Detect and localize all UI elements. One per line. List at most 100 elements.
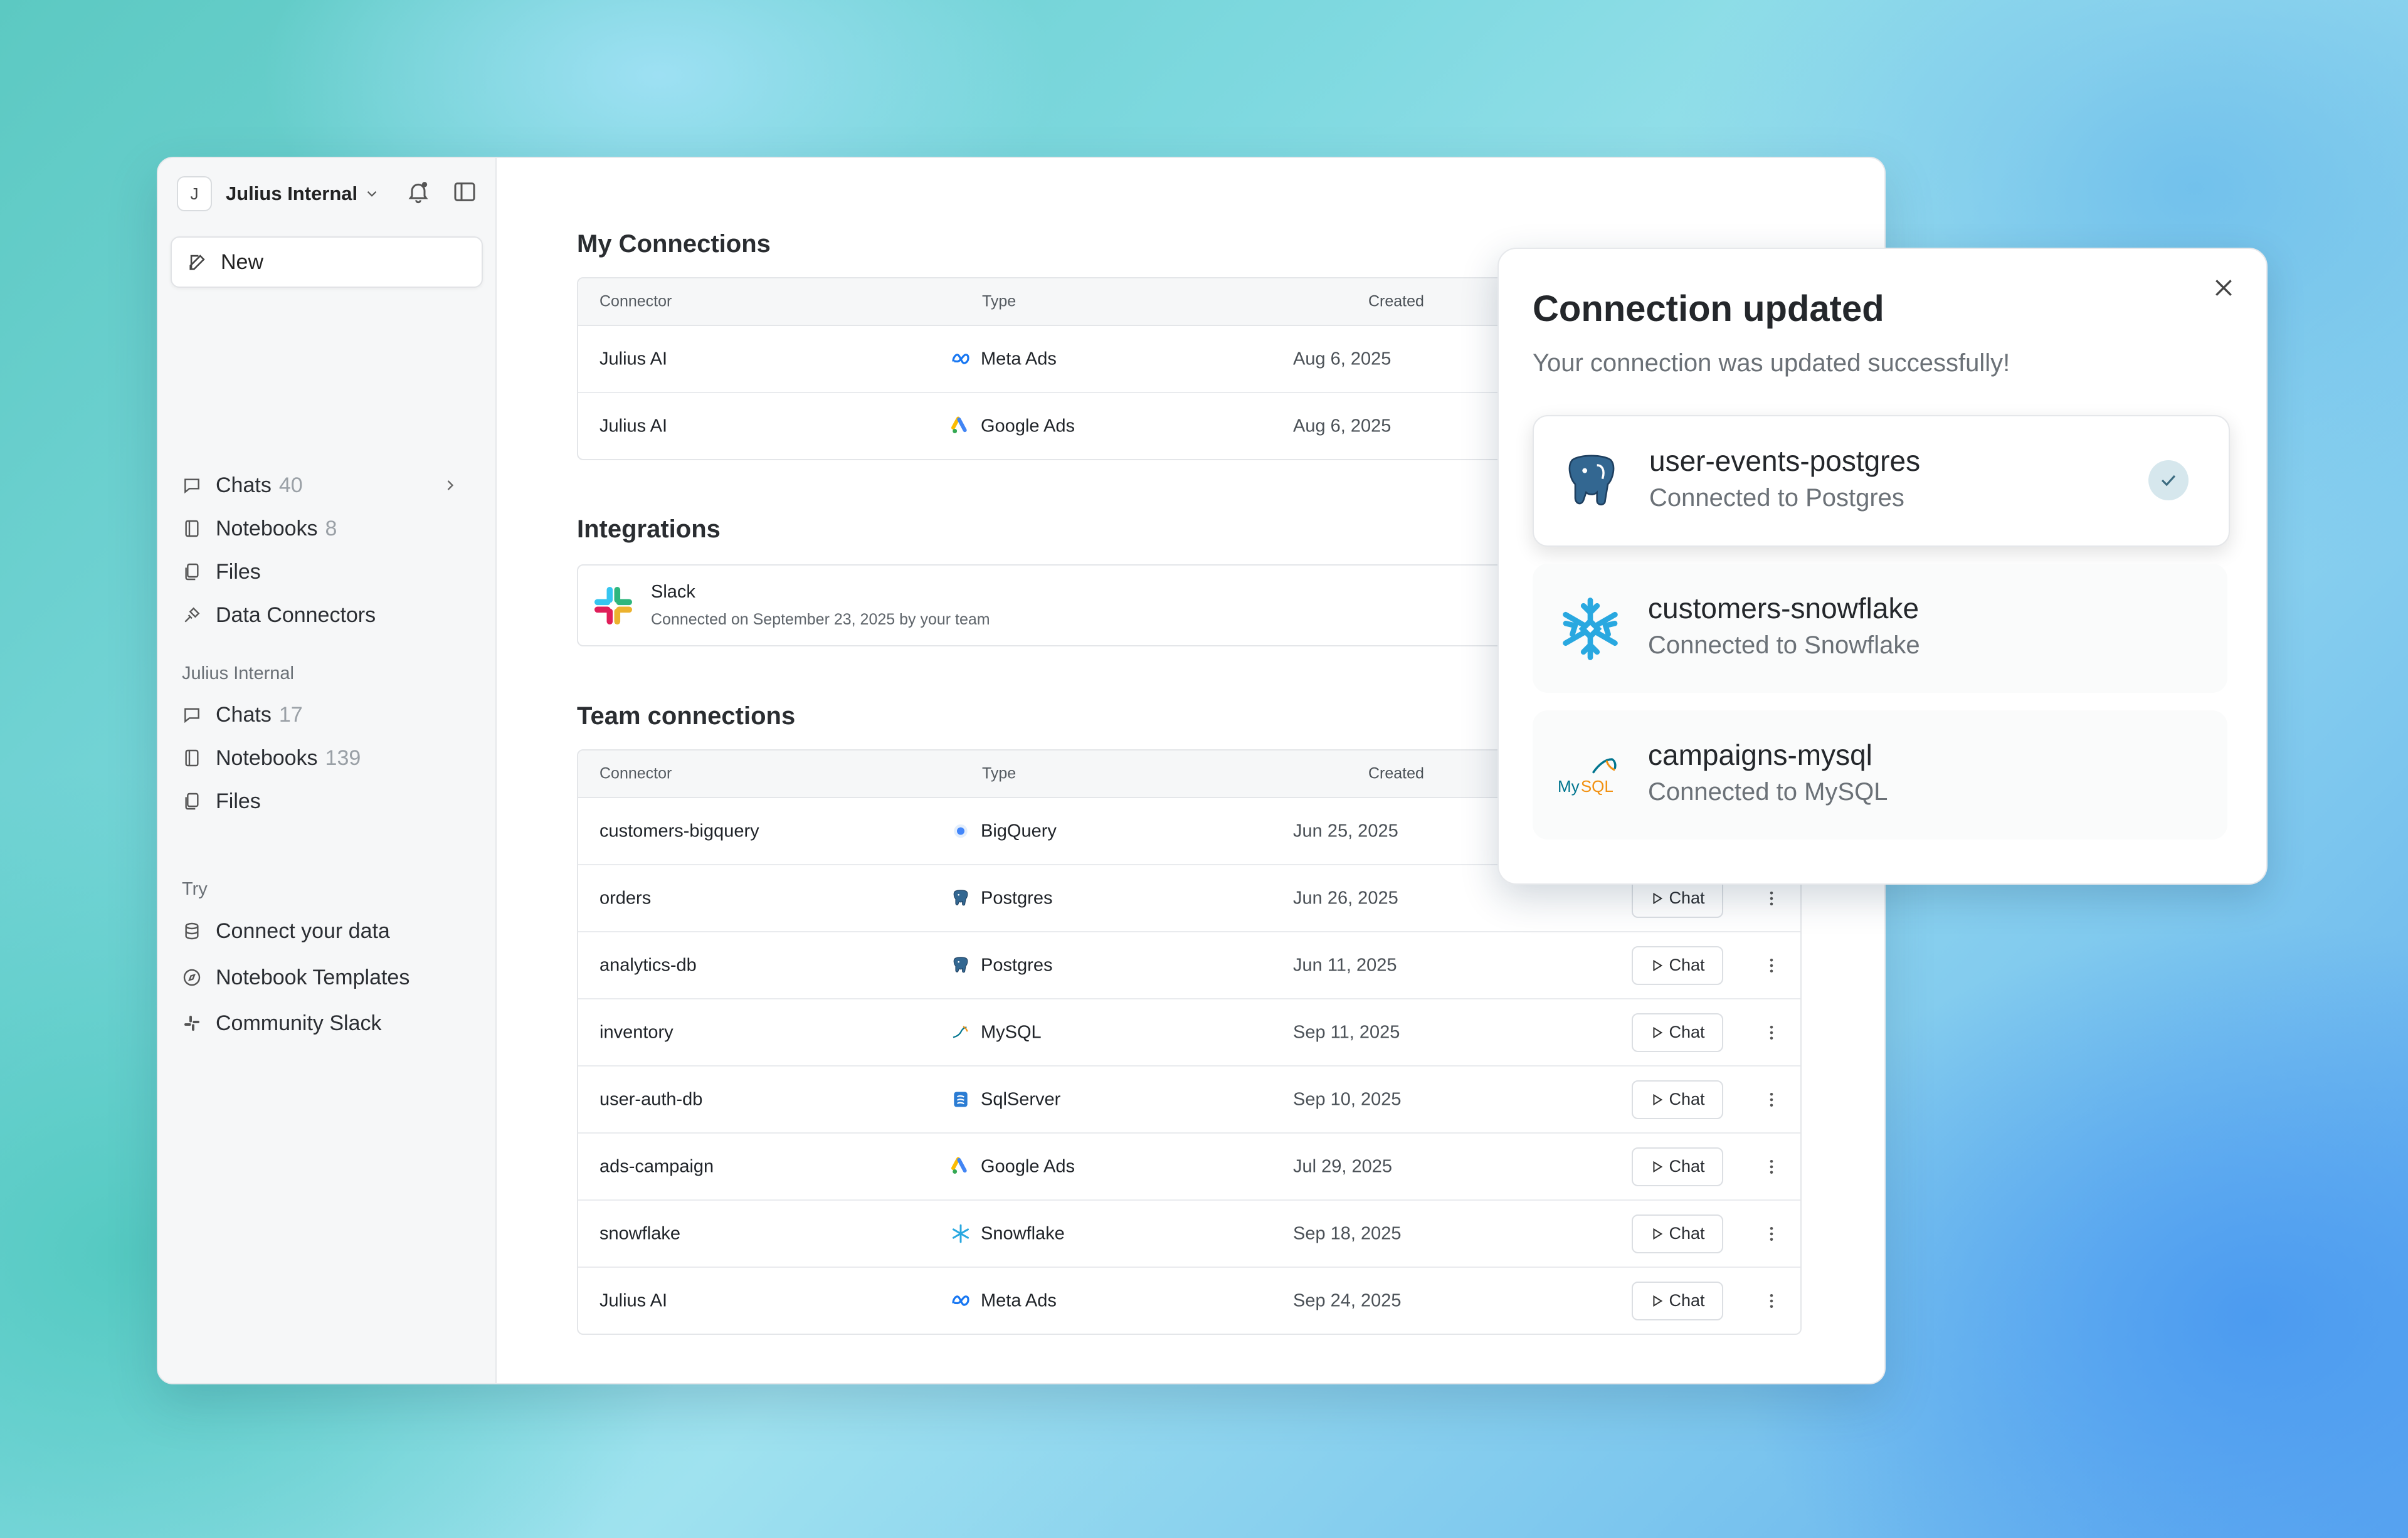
close-icon[interactable] — [2211, 275, 2236, 300]
table-row[interactable]: snowflake Snowflake Sep 18, 2025 Chat — [578, 1201, 1800, 1268]
chat-button-label: Chat — [1669, 1023, 1705, 1041]
connection-detail: Connected to MySQL — [1648, 778, 1888, 806]
connection-card-mysql[interactable]: My SQL campaigns-mysql Connected to MySQ… — [1533, 710, 2227, 840]
bigquery-icon — [954, 824, 968, 838]
dialog-subtitle: Your connection was updated successfully… — [1533, 349, 2010, 377]
meta-icon — [952, 354, 969, 364]
chat-button-label: Chat — [1669, 1157, 1705, 1176]
connector-created: Aug 6, 2025 — [1293, 349, 1391, 369]
play-icon — [1653, 1228, 1663, 1240]
connector-type: Meta Ads — [951, 1290, 1057, 1311]
play-icon — [1653, 959, 1663, 971]
more-options-icon[interactable] — [1762, 1225, 1781, 1243]
sidebar: J Julius Internal New Chats 40 Notebooks… — [158, 158, 497, 1383]
sqlserver-icon — [954, 1092, 968, 1107]
connector-created: Jun 25, 2025 — [1293, 821, 1398, 841]
google-ads-icon — [951, 416, 967, 433]
chat-button[interactable]: Chat — [1632, 945, 1723, 985]
chat-button[interactable]: Chat — [1632, 1147, 1723, 1186]
connector-type-label: Google Ads — [981, 1156, 1075, 1176]
connector-name: Julius AI — [599, 1290, 667, 1310]
new-button[interactable]: New — [171, 236, 483, 288]
connector-type-label: MySQL — [981, 1022, 1042, 1042]
chevron-right-icon[interactable] — [441, 477, 459, 494]
sidebar-item-team-notebooks[interactable]: Notebooks 139 — [182, 740, 470, 776]
sidebar-item-data-connectors[interactable]: Data Connectors — [182, 598, 470, 633]
connection-name: user-events-postgres — [1649, 445, 1921, 477]
bell-icon[interactable] — [406, 179, 431, 204]
table-row[interactable]: inventory MySQL Sep 11, 2025 Chat — [578, 999, 1800, 1067]
connector-name: snowflake — [599, 1223, 680, 1243]
table-row[interactable]: analytics-db Postgres Jun 11, 2025 Chat — [578, 932, 1800, 999]
table-row[interactable]: Julius AI Meta Ads Sep 24, 2025 Chat — [578, 1268, 1800, 1334]
chat-button-label: Chat — [1669, 888, 1705, 907]
integration-name: Slack — [651, 582, 695, 602]
more-options-icon[interactable] — [1762, 889, 1781, 908]
files-icon — [185, 793, 199, 810]
database-icon — [185, 922, 199, 940]
sidebar-item-count: 17 — [278, 702, 303, 727]
chat-button[interactable]: Chat — [1632, 1013, 1723, 1052]
workspace-avatar: J — [177, 176, 212, 211]
connector-type-label: Meta Ads — [981, 1290, 1057, 1310]
notebook-icon — [185, 520, 199, 537]
more-options-icon[interactable] — [1762, 1292, 1781, 1310]
sidebar-item-community-slack[interactable]: Community Slack — [182, 1006, 470, 1041]
connector-type: Postgres — [951, 955, 1052, 976]
more-options-icon[interactable] — [1762, 956, 1781, 975]
sidebar-item-label: Notebook Templates — [216, 965, 410, 989]
sidebar-item-label: Chats — [216, 473, 272, 497]
chat-button[interactable]: Chat — [1632, 1281, 1723, 1320]
play-icon — [1653, 892, 1663, 904]
chat-button[interactable]: Chat — [1632, 1080, 1723, 1119]
sidebar-item-chats[interactable]: Chats 40 — [182, 468, 470, 503]
mysql-icon — [953, 1026, 968, 1038]
connector-type-label: BigQuery — [981, 821, 1057, 841]
column-type: Type — [982, 764, 1017, 782]
sidebar-item-files[interactable]: Files — [182, 554, 470, 589]
connector-created: Sep 10, 2025 — [1293, 1089, 1402, 1109]
sidebar-item-notebooks[interactable]: Notebooks 8 — [182, 511, 470, 546]
connector-created: Sep 24, 2025 — [1293, 1290, 1402, 1310]
connector-type: Snowflake — [951, 1223, 1065, 1244]
sidebar-item-team-chats[interactable]: Chats 17 — [182, 697, 470, 732]
integration-detail: Connected on September 23, 2025 by your … — [651, 611, 990, 628]
table-row[interactable]: user-auth-db SqlServer Sep 10, 2025 Chat — [578, 1067, 1800, 1134]
connection-card-postgres[interactable]: user-events-postgres Connected to Postgr… — [1533, 415, 2230, 547]
try-section-label: Try — [182, 879, 208, 899]
sidebar-toggle-icon[interactable] — [452, 179, 477, 204]
chat-button-label: Chat — [1669, 1090, 1705, 1109]
sidebar-item-notebook-templates[interactable]: Notebook Templates — [182, 960, 470, 995]
edit-icon — [189, 255, 205, 270]
table-row[interactable]: ads-campaign Google Ads Jul 29, 2025 Cha… — [578, 1134, 1800, 1201]
sidebar-item-count: 8 — [325, 516, 337, 540]
play-icon — [1653, 1295, 1663, 1307]
more-options-icon[interactable] — [1762, 1023, 1781, 1042]
connector-name: inventory — [599, 1022, 673, 1042]
sidebar-item-label: Notebooks — [216, 516, 318, 540]
connector-created: Aug 6, 2025 — [1293, 416, 1391, 436]
connector-type: Meta Ads — [951, 349, 1057, 369]
connector-name: orders — [599, 888, 652, 908]
connector-type: SqlServer — [951, 1089, 1060, 1110]
play-icon — [1653, 1026, 1663, 1038]
chevron-down-icon — [367, 191, 377, 197]
sidebar-item-connect-data[interactable]: Connect your data — [182, 914, 470, 949]
postgres-icon — [953, 957, 968, 973]
connection-detail: Connected to Postgres — [1649, 484, 1904, 512]
more-options-icon[interactable] — [1762, 1090, 1781, 1109]
connection-detail: Connected to Snowflake — [1648, 631, 1920, 659]
connector-type: Postgres — [951, 888, 1052, 909]
column-connector: Connector — [599, 292, 672, 310]
chat-button[interactable]: Chat — [1632, 1214, 1723, 1253]
more-options-icon[interactable] — [1762, 1157, 1781, 1176]
connection-card-snowflake[interactable]: customers-snowflake Connected to Snowfla… — [1533, 564, 2227, 693]
connector-type: MySQL — [951, 1022, 1042, 1043]
workspace-switcher[interactable]: J Julius Internal — [177, 175, 380, 213]
sidebar-item-label: Connect your data — [216, 919, 390, 943]
connector-name: ads-campaign — [599, 1156, 714, 1176]
svg-text:My: My — [1558, 777, 1580, 796]
sidebar-item-team-files[interactable]: Files — [182, 784, 470, 819]
slack-icon — [594, 587, 632, 624]
connector-type-label: Postgres — [981, 955, 1053, 975]
